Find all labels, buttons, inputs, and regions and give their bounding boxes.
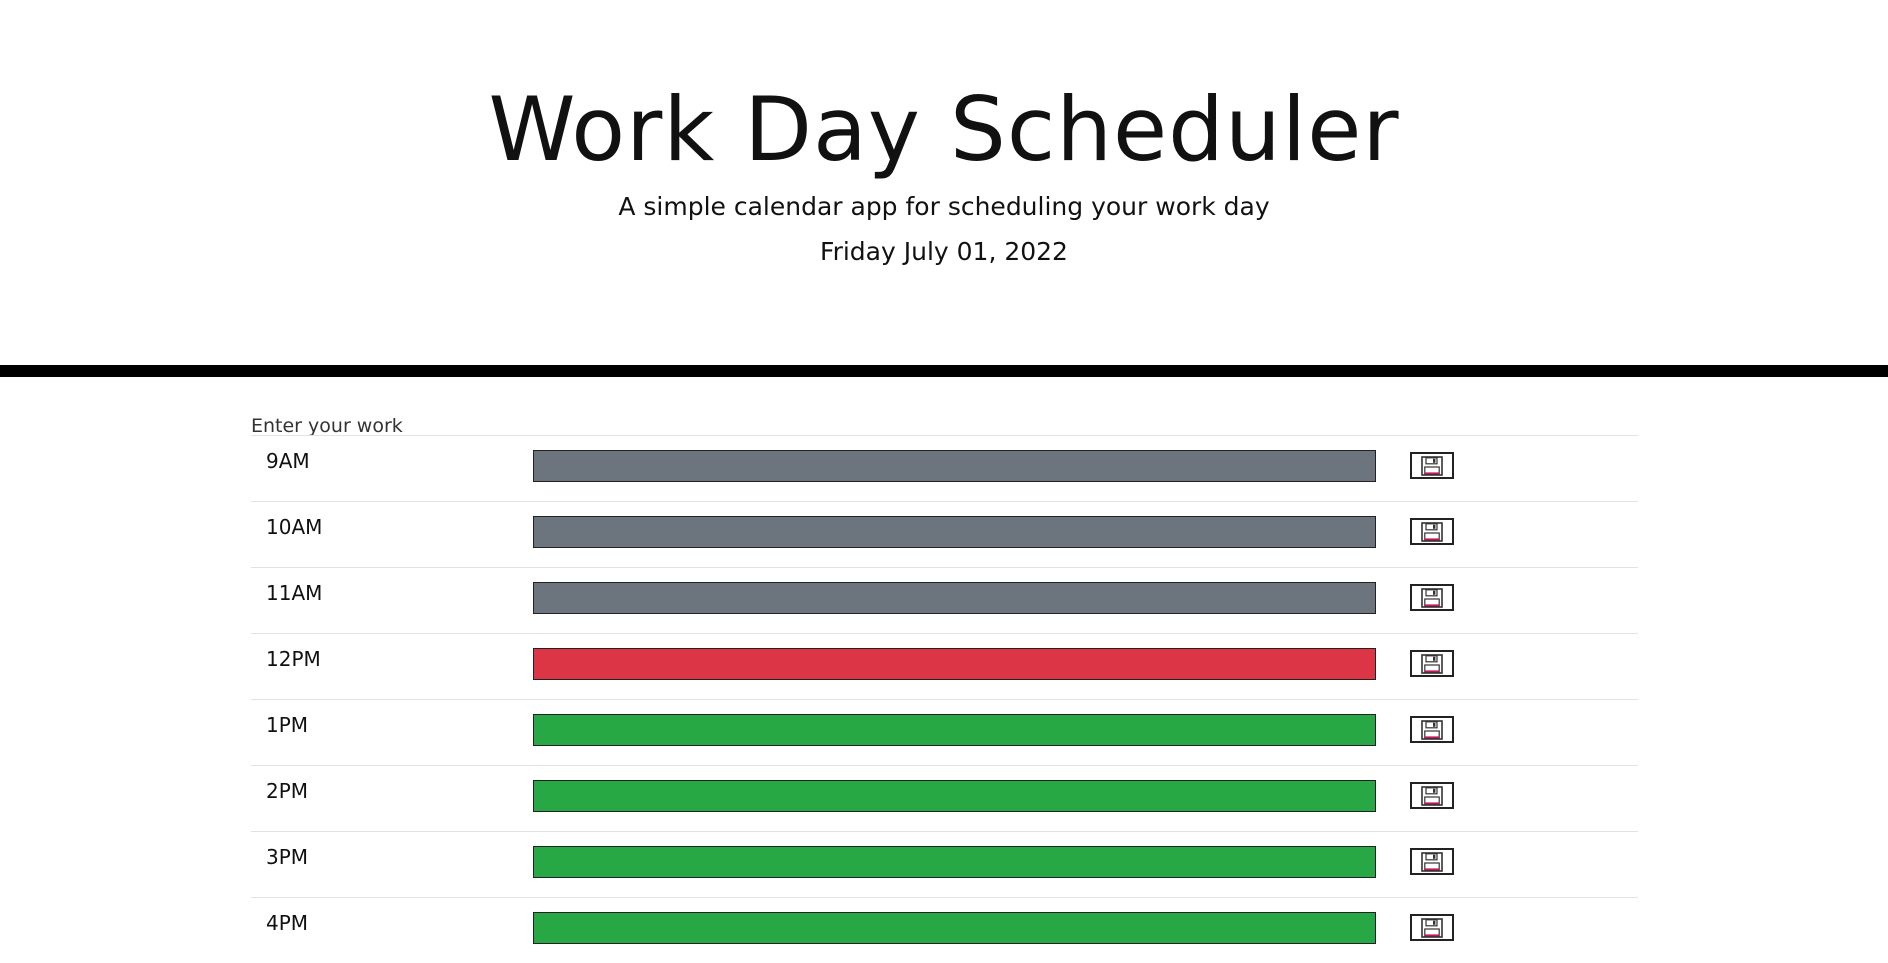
page-header: Work Day Scheduler A simple calendar app… [0, 0, 1888, 365]
save-button[interactable] [1410, 716, 1454, 743]
hour-label: 1PM [266, 713, 309, 737]
time-block-row: 4PM [251, 897, 1638, 963]
task-input[interactable] [533, 846, 1376, 878]
time-block-row: 12PM [251, 633, 1638, 699]
task-input[interactable] [533, 648, 1376, 680]
time-block-row: 11AM [251, 567, 1638, 633]
task-input[interactable] [533, 582, 1376, 614]
floppy-disk-icon [1421, 521, 1443, 542]
hour-label: 9AM [266, 449, 310, 473]
header-divider [0, 365, 1888, 377]
hour-label: 4PM [266, 911, 309, 935]
hour-label: 12PM [266, 647, 321, 671]
hour-label: 11AM [266, 581, 323, 605]
task-input[interactable] [533, 780, 1376, 812]
save-button[interactable] [1410, 452, 1454, 479]
time-block-row: 9AM [251, 435, 1638, 501]
time-block-row: 3PM [251, 831, 1638, 897]
save-button[interactable] [1410, 518, 1454, 545]
section-label: Enter your work [251, 415, 403, 437]
save-button[interactable] [1410, 848, 1454, 875]
hour-label: 10AM [266, 515, 323, 539]
page-subtitle: A simple calendar app for scheduling you… [618, 192, 1270, 221]
current-date: Friday July 01, 2022 [820, 237, 1068, 266]
task-input[interactable] [533, 714, 1376, 746]
hour-label: 2PM [266, 779, 309, 803]
save-button[interactable] [1410, 650, 1454, 677]
save-button[interactable] [1410, 584, 1454, 611]
floppy-disk-icon [1421, 719, 1443, 740]
floppy-disk-icon [1421, 455, 1443, 476]
page-title: Work Day Scheduler [488, 78, 1400, 181]
time-block-row: 10AM [251, 501, 1638, 567]
time-block-list: 9AM 10AM 11AM 12PM 1PM 2PM 3PM 4PM [251, 435, 1638, 963]
task-input[interactable] [533, 516, 1376, 548]
time-block-row: 2PM [251, 765, 1638, 831]
time-block-row: 1PM [251, 699, 1638, 765]
floppy-disk-icon [1421, 917, 1443, 938]
task-input[interactable] [533, 912, 1376, 944]
floppy-disk-icon [1421, 785, 1443, 806]
schedule-container: Enter your work 9AM 10AM 11AM 12PM 1PM 2PM 3PM… [251, 413, 1638, 963]
hour-label: 3PM [266, 845, 309, 869]
task-input[interactable] [533, 450, 1376, 482]
floppy-disk-icon [1421, 653, 1443, 674]
floppy-disk-icon [1421, 851, 1443, 872]
floppy-disk-icon [1421, 587, 1443, 608]
save-button[interactable] [1410, 782, 1454, 809]
